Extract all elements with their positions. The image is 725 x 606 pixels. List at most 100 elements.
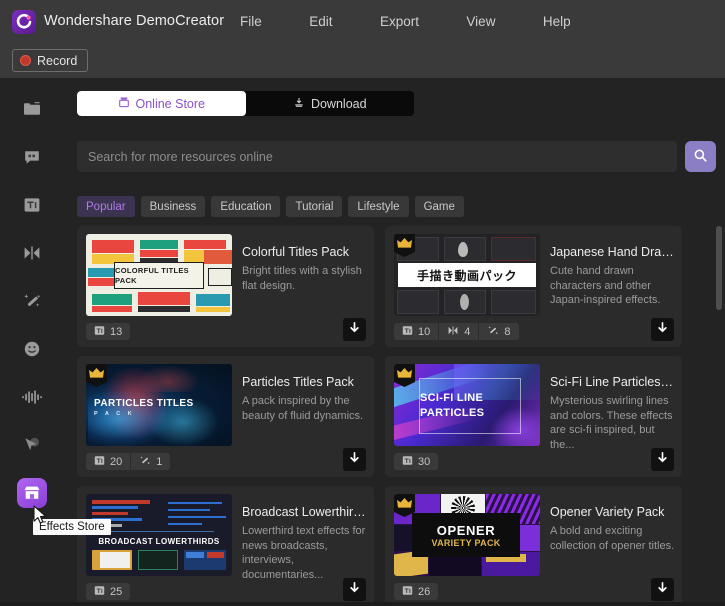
sidebar-item-stickers[interactable] [19, 336, 45, 362]
vertical-scrollbar[interactable] [716, 226, 722, 606]
text-ti-icon [94, 455, 105, 469]
search-row [77, 141, 716, 172]
sticker-smiley-icon [22, 339, 42, 359]
badge-effects: 1 [131, 453, 171, 470]
premium-crown-icon [394, 364, 415, 387]
pack-thumbnail: BROADCAST LOWERTHIRDS [86, 494, 232, 576]
pack-thumbnail-caption: COLORFUL TITLES PACK [114, 262, 204, 289]
download-tray-icon [293, 96, 305, 111]
download-arrow-icon [656, 451, 669, 469]
sidebar-item-audio[interactable] [19, 384, 45, 410]
pack-thumbnail-caption-main: OPENER [436, 522, 496, 538]
sidebar-item-titles[interactable] [19, 192, 45, 218]
download-button[interactable] [343, 318, 366, 341]
magic-wand-icon [487, 325, 499, 339]
download-button[interactable] [651, 318, 674, 341]
pack-thumbnail-caption: OPENER VARIETY PACK [412, 513, 520, 557]
pack-badges: 13 [86, 323, 131, 340]
transition-bowtie-icon [22, 243, 42, 263]
pack-description: Bright titles with a stylish flat design… [242, 265, 362, 292]
pack-thumbnail-caption: BROADCAST LOWERTHIRDS [98, 537, 220, 546]
text-ti-icon [94, 325, 105, 339]
sidebar-item-transitions[interactable] [19, 240, 45, 266]
page-title: Wondershare DemoCreator [44, 13, 225, 29]
effects-pack-card[interactable]: OPENER VARIETY PACK Opener Variety Pack … [385, 486, 682, 606]
menu-item-file[interactable]: File [240, 14, 262, 29]
chip-game[interactable]: Game [414, 196, 464, 217]
badge-count: 4 [464, 325, 471, 338]
search-button[interactable] [685, 141, 716, 172]
magic-wand-icon [139, 455, 151, 469]
pack-badges: 10 4 8 [394, 323, 519, 340]
badge-count: 20 [110, 455, 123, 468]
tab-download[interactable]: Download [245, 91, 414, 116]
download-arrow-icon [656, 321, 669, 339]
effects-pack-card[interactable]: PARTICLES TITLES P A C K Particles Title… [77, 356, 374, 477]
download-arrow-icon [348, 321, 361, 339]
badge-count: 8 [504, 325, 511, 338]
store-bag-icon [118, 96, 130, 111]
pack-thumbnail-caption-sub: VARIETY PACK [431, 537, 501, 548]
pack-title: Particles Titles Pack [242, 375, 354, 389]
tab-online-store[interactable]: Online Store [77, 91, 246, 116]
badge-count: 1 [156, 455, 163, 468]
menu-item-export[interactable]: Export [380, 14, 419, 29]
effects-pack-card[interactable]: 手描き動画パック Japanese Hand Drawn ... Cute ha… [385, 226, 682, 347]
record-button-label: Record [37, 53, 78, 68]
menu-item-help[interactable]: Help [543, 14, 571, 29]
download-button[interactable] [651, 448, 674, 471]
pack-thumbnail: PARTICLES TITLES P A C K [86, 364, 232, 446]
title-bar: Wondershare DemoCreator File Edit Export… [0, 0, 725, 78]
badge-count: 10 [418, 325, 431, 338]
scrollbar-thumb[interactable] [716, 226, 722, 310]
text-ti-icon [402, 585, 413, 599]
democreator-logo-icon [12, 10, 36, 34]
pack-thumbnail-caption: PARTICLES TITLES P A C K [94, 398, 194, 417]
download-button[interactable] [651, 578, 674, 601]
pack-thumbnail-caption: 手描き動画パック [398, 263, 536, 287]
menu-bar: File Edit Export View Help [240, 13, 571, 33]
download-button[interactable] [343, 578, 366, 601]
text-ti-icon [22, 195, 42, 215]
tooltip: Effects Store [33, 519, 111, 535]
text-ti-icon [402, 325, 413, 339]
pack-title: Colorful Titles Pack [242, 245, 349, 259]
sidebar-item-effects[interactable] [19, 288, 45, 314]
search-input[interactable] [77, 141, 677, 172]
effects-store-panel: Online Store Download Search for more re… [63, 78, 725, 606]
pack-badges: 26 [394, 583, 439, 600]
cursor-arrow-icon [22, 435, 42, 455]
badge-count: 25 [110, 585, 123, 598]
sidebar-item-captions[interactable] [19, 144, 45, 170]
pack-description: Cute hand drawn characters and other Jap… [550, 265, 661, 306]
sidebar-item-annotations[interactable] [19, 432, 45, 458]
pack-title: Sci-Fi Line Particles Pack [550, 375, 676, 389]
sidebar-item-media-library[interactable] [19, 96, 45, 122]
pack-description: Lowerthird text effects for news broadca… [242, 525, 366, 581]
chip-lifestyle[interactable]: Lifestyle [348, 196, 409, 217]
effects-pack-card[interactable]: COLORFUL TITLES PACK Colorful Titles Pac… [77, 226, 374, 347]
chip-education[interactable]: Education [211, 196, 281, 217]
record-button[interactable]: Record [12, 49, 89, 72]
caption-bubble-icon [22, 147, 42, 167]
download-button[interactable] [343, 448, 366, 471]
sidebar-item-effects-store[interactable] [17, 478, 47, 508]
menu-item-edit[interactable]: Edit [309, 14, 332, 29]
effects-pack-card[interactable]: BROADCAST LOWERTHIRDS Broadcast Lowerthi… [77, 486, 374, 606]
pack-thumbnail-caption-main: PARTICLES TITLES [94, 398, 194, 409]
chip-tutorial[interactable]: Tutorial [286, 196, 343, 217]
chip-business[interactable]: Business [140, 196, 206, 217]
menu-item-view[interactable]: View [466, 14, 495, 29]
chip-popular[interactable]: Popular [77, 196, 135, 217]
download-arrow-icon [656, 581, 669, 599]
tab-download-label: Download [310, 96, 367, 111]
pack-title: Broadcast Lowerthirds ... [242, 505, 368, 519]
pack-thumbnail: 手描き動画パック [394, 234, 540, 316]
text-ti-icon [94, 585, 105, 599]
pack-description: A bold and exciting collection of opener… [550, 525, 675, 552]
democreator-window: Wondershare DemoCreator File Edit Export… [0, 0, 725, 606]
pack-thumbnail: SCI-FI LINE PARTICLES [394, 364, 540, 446]
effects-pack-card[interactable]: SCI-FI LINE PARTICLES Sci-Fi Line Partic… [385, 356, 682, 477]
pack-badges: 25 [86, 583, 131, 600]
badge-count: 30 [418, 455, 431, 468]
